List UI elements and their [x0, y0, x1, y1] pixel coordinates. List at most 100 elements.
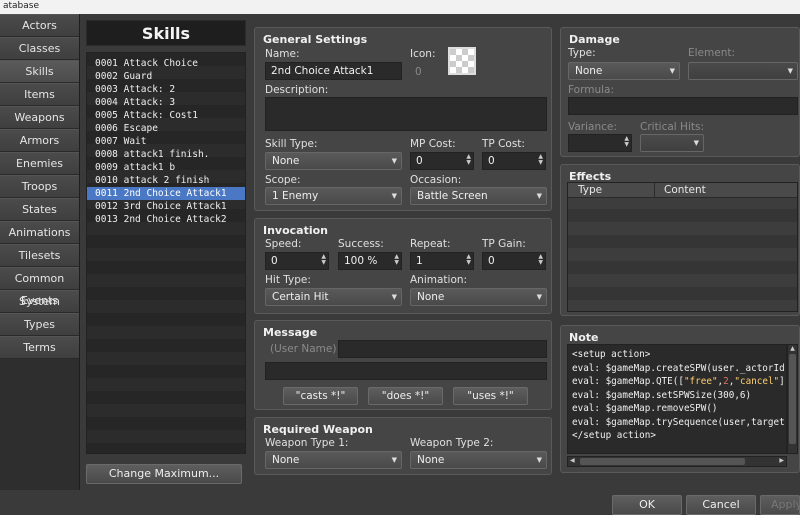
stepper-arrows-icon[interactable]: ▲ ▼ [321, 254, 326, 266]
cancel-button[interactable]: Cancel [686, 495, 756, 515]
tp-gain-value: 0 [488, 255, 495, 267]
damage-type-dropdown[interactable]: None ▼ [568, 62, 680, 80]
speed-stepper[interactable]: 0 ▲ ▼ [265, 252, 329, 270]
animation-dropdown[interactable]: None ▼ [410, 288, 547, 306]
tab-common-events[interactable]: Common Events [0, 267, 79, 307]
stepper-arrows-icon[interactable]: ▲ ▼ [394, 254, 399, 266]
effects-col-type[interactable]: Type [578, 184, 602, 196]
list-item[interactable]: 0001 Attack Choice [87, 57, 245, 70]
list-item[interactable]: 0005 Attack: Cost1 [87, 109, 245, 122]
list-item[interactable]: 0008 attack1 finish. [87, 148, 245, 161]
repeat-label: Repeat: [410, 238, 451, 250]
tab-skills[interactable]: Skills [0, 60, 79, 83]
note-textarea[interactable]: <setup action> eval: $gameMap.createSPW(u… [567, 344, 787, 454]
success-stepper[interactable]: 100 % ▲ ▼ [338, 252, 402, 270]
repeat-value: 1 [416, 255, 423, 267]
variance-label: Variance: [568, 121, 617, 133]
tp-gain-stepper[interactable]: 0 ▲ ▼ [482, 252, 546, 270]
chevron-down-icon: ▼ [787, 67, 793, 75]
stepper-arrows-icon[interactable]: ▲ ▼ [538, 254, 543, 266]
list-item[interactable]: 0004 Attack: 3 [87, 96, 245, 109]
note-vertical-scrollbar[interactable]: ▲ [787, 344, 798, 454]
description-field[interactable] [265, 97, 547, 131]
tab-tilesets[interactable]: Tilesets [0, 244, 79, 267]
tab-animations[interactable]: Animations [0, 221, 79, 244]
chevron-down-icon: ▼ [669, 67, 675, 75]
weapon-type1-value: None [272, 454, 300, 466]
scope-dropdown[interactable]: 1 Enemy ▼ [265, 187, 402, 205]
stepper-arrows-icon[interactable]: ▲ ▼ [466, 254, 471, 266]
message1-field[interactable] [338, 340, 547, 358]
success-value: 100 % [344, 255, 378, 267]
note-horizontal-scrollbar[interactable]: ◀ ▶ [567, 456, 787, 467]
note-line: eval: $gameMap.removeSPW() [572, 403, 718, 414]
effects-table[interactable]: Type Content [567, 182, 798, 312]
apply-button[interactable]: Apply [760, 495, 800, 515]
hit-type-label: Hit Type: [265, 274, 311, 286]
speed-label: Speed: [265, 238, 302, 250]
icon-index: 0 [415, 66, 422, 78]
change-maximum-button[interactable]: Change Maximum... [86, 464, 242, 484]
name-field[interactable]: 2nd Choice Attack1 [265, 62, 402, 80]
mp-cost-stepper[interactable]: 0 ▲ ▼ [410, 152, 474, 170]
critical-hits-dropdown[interactable]: ▼ [640, 134, 704, 152]
skills-list[interactable]: 0001 Attack Choice 0002 Guard 0003 Attac… [86, 52, 246, 454]
tab-weapons[interactable]: Weapons [0, 106, 79, 129]
element-dropdown[interactable]: ▼ [688, 62, 798, 80]
weapon-type2-dropdown[interactable]: None ▼ [410, 451, 547, 469]
tab-terms[interactable]: Terms [0, 336, 79, 359]
damage-type-value: None [575, 65, 603, 77]
skill-type-dropdown[interactable]: None ▼ [265, 152, 402, 170]
scroll-left-icon[interactable]: ◀ [570, 457, 575, 464]
uses-button[interactable]: "uses *!" [453, 387, 528, 405]
scroll-up-icon[interactable]: ▲ [788, 345, 797, 352]
icon-picker[interactable] [448, 47, 476, 75]
list-item[interactable]: 0010 attack 2 finish [87, 174, 245, 187]
ok-button[interactable]: OK [612, 495, 682, 515]
does-button[interactable]: "does *!" [368, 387, 443, 405]
stepper-arrows-icon[interactable]: ▲ ▼ [466, 154, 471, 166]
variance-stepper[interactable]: ▲ ▼ [568, 134, 632, 152]
tp-cost-label: TP Cost: [482, 138, 525, 150]
list-item[interactable]: 0003 Attack: 2 [87, 83, 245, 96]
damage-type-label: Type: [568, 47, 596, 59]
list-item[interactable]: 0013 2nd Choice Attack2 [87, 213, 245, 226]
chevron-down-icon: ▼ [391, 456, 397, 464]
tab-actors[interactable]: Actors [0, 14, 79, 37]
list-item[interactable]: 0009 attack1 b [87, 161, 245, 174]
tp-cost-stepper[interactable]: 0 ▲ ▼ [482, 152, 546, 170]
tab-enemies[interactable]: Enemies [0, 152, 79, 175]
tab-system[interactable]: System [0, 290, 79, 313]
occasion-label: Occasion: [410, 174, 462, 186]
scroll-right-icon[interactable]: ▶ [779, 457, 784, 464]
stepper-arrows-icon[interactable]: ▲ ▼ [538, 154, 543, 166]
list-item[interactable]: 0006 Escape [87, 122, 245, 135]
effects-col-content[interactable]: Content [664, 184, 706, 196]
success-label: Success: [338, 238, 384, 250]
scroll-thumb[interactable] [789, 354, 796, 444]
list-item[interactable]: 0007 Wait [87, 135, 245, 148]
repeat-stepper[interactable]: 1 ▲ ▼ [410, 252, 474, 270]
casts-button[interactable]: "casts *!" [283, 387, 358, 405]
formula-label: Formula: [568, 84, 614, 96]
hit-type-dropdown[interactable]: Certain Hit ▼ [265, 288, 402, 306]
tab-classes[interactable]: Classes [0, 37, 79, 60]
tab-armors[interactable]: Armors [0, 129, 79, 152]
note-line: eval: $gameMap.trySequence(user,target,2… [572, 416, 786, 430]
stepper-arrows-icon[interactable]: ▲ ▼ [624, 136, 629, 148]
tab-troops[interactable]: Troops [0, 175, 79, 198]
occasion-dropdown[interactable]: Battle Screen ▼ [410, 187, 547, 205]
tab-states[interactable]: States [0, 198, 79, 221]
formula-field[interactable] [568, 97, 798, 115]
tab-items[interactable]: Items [0, 83, 79, 106]
note-line: eval: $gameMap.createSPW(user._actorId,2… [572, 362, 786, 376]
list-item-selected[interactable]: 0011 2nd Choice Attack1 [87, 187, 245, 200]
note-title: Note [569, 331, 599, 344]
tab-types[interactable]: Types [0, 313, 79, 336]
weapon-type1-dropdown[interactable]: None ▼ [265, 451, 402, 469]
list-item[interactable]: 0002 Guard [87, 70, 245, 83]
message2-field[interactable] [265, 362, 547, 380]
scroll-thumb[interactable] [580, 458, 745, 465]
list-item[interactable]: 0012 3rd Choice Attack1 [87, 200, 245, 213]
damage-title: Damage [569, 33, 620, 46]
